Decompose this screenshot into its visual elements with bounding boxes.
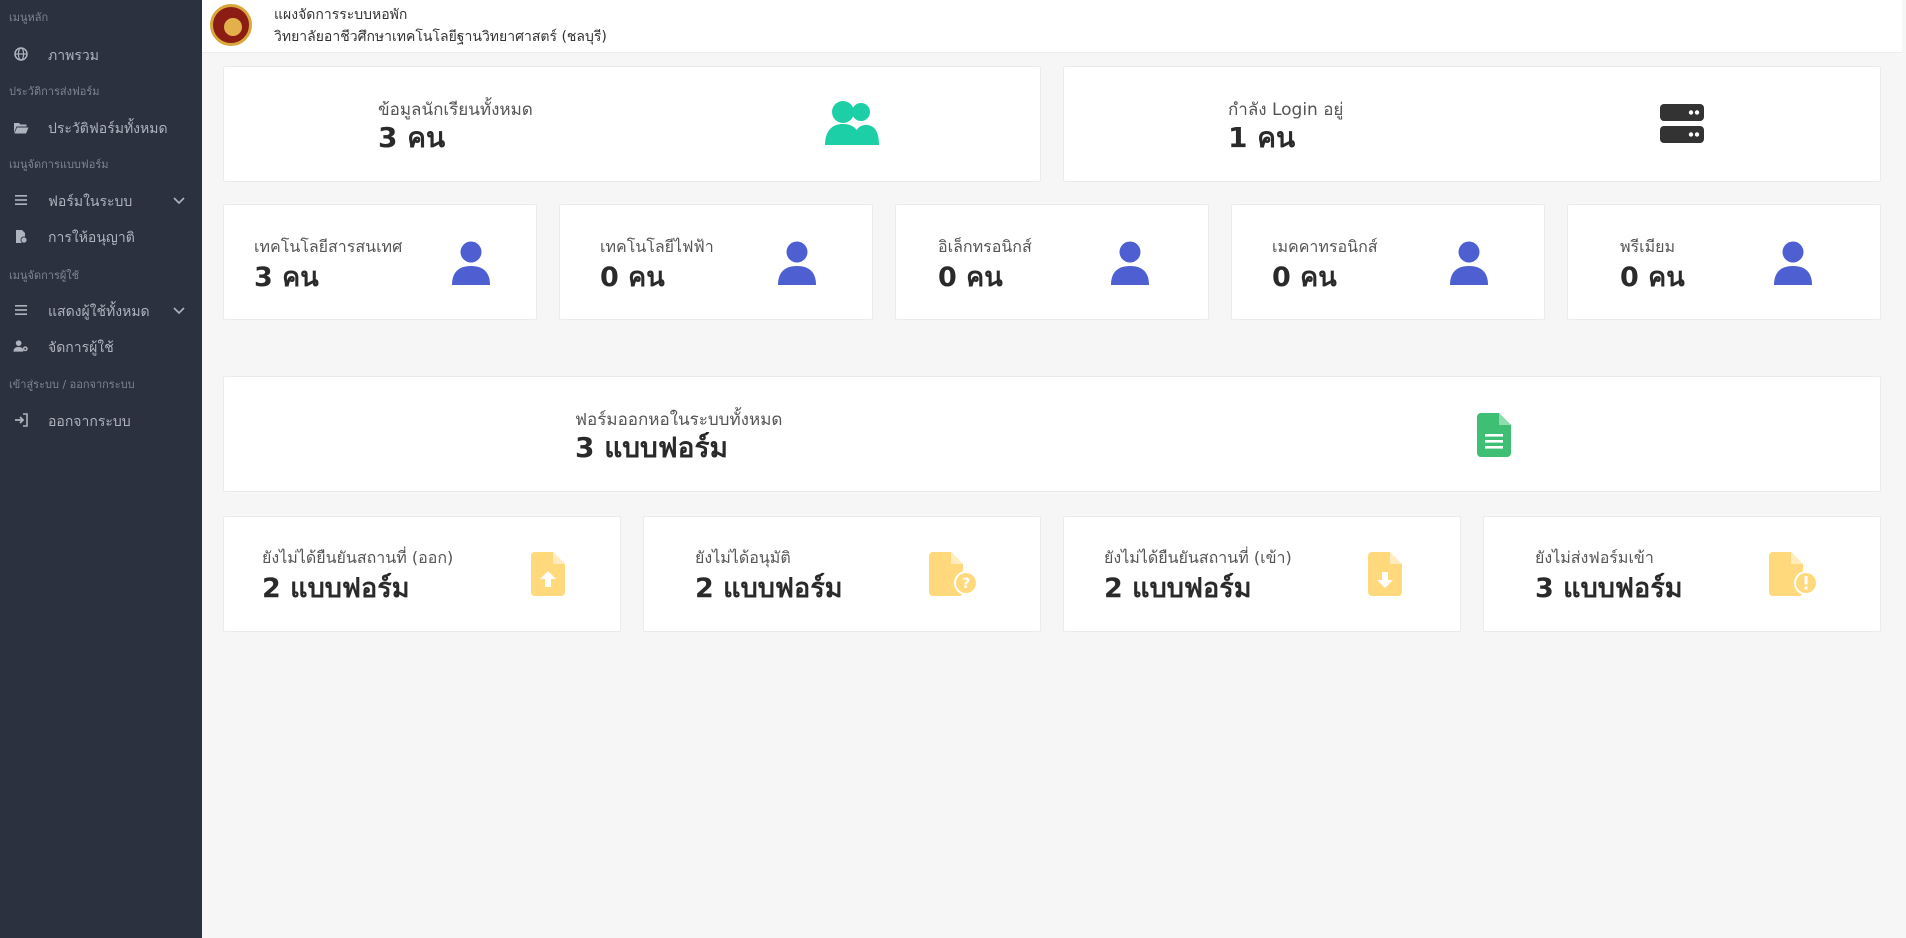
user-icon: [778, 241, 816, 289]
card-value: 2 แบบฟอร์ม: [1104, 573, 1252, 604]
sidebar-item-label: ออกจากระบบ: [48, 414, 131, 430]
card-total-students: ข้อมูลนักเรียนทั้งหมด 3 คน: [223, 66, 1041, 182]
user-icon: [1450, 241, 1488, 289]
file-upload-icon: [531, 552, 565, 600]
chevron-down-icon: [172, 304, 186, 320]
sidebar-section-main: เมนูหลัก: [9, 11, 49, 24]
user-icon: [452, 241, 490, 289]
card-unconfirmed-in: ยังไม่ได้ยืนยันสถานที่ (เข้า) 2 แบบฟอร์ม: [1063, 516, 1461, 632]
college-name: วิทยาลัยอาชีวศึกษาเทคโนโลยีฐานวิทยาศาสตร…: [274, 29, 607, 45]
globe-icon: [13, 47, 29, 61]
file-question-icon: ?: [929, 552, 981, 602]
sidebar-item-overview[interactable]: ภาพรวม: [0, 39, 202, 69]
sidebar-item-permissions[interactable]: การให้อนุญาติ: [0, 221, 202, 251]
card-dept-electronics: อิเล็กทรอนิกส์ 0 คน: [895, 204, 1209, 320]
card-logged-in: กำลัง Login อยู่ 1 คน: [1063, 66, 1881, 182]
bars-icon: [13, 303, 29, 317]
sidebar-item-logout[interactable]: ออกจากระบบ: [0, 405, 202, 435]
page-title: แผงจัดการระบบหอพัก: [274, 7, 408, 23]
card-unconfirmed-out: ยังไม่ได้ยืนยันสถานที่ (ออก) 2 แบบฟอร์ม: [223, 516, 621, 632]
sidebar-section-history: ประวัติการส่งฟอร์ม: [9, 85, 100, 98]
file-exclamation-icon: [1769, 552, 1821, 602]
users-icon: [824, 101, 880, 149]
card-value: 3 แบบฟอร์ม: [575, 431, 728, 464]
user-icon: [1774, 241, 1812, 289]
file-dollar-icon: [13, 229, 29, 243]
sidebar-item-label: ภาพรวม: [48, 48, 99, 64]
sidebar-item-all-users[interactable]: แสดงผู้ใช้ทั้งหมด: [0, 295, 202, 325]
sidebar-item-label: การให้อนุญาติ: [48, 230, 135, 246]
card-dept-premium: พรีเมียม 0 คน: [1567, 204, 1881, 320]
card-value: 3 คน: [254, 262, 319, 293]
folder-open-icon: [13, 120, 29, 134]
sidebar-item-form-history[interactable]: ประวัติฟอร์มทั้งหมด: [0, 112, 202, 142]
file-alt-icon: [1477, 413, 1511, 461]
server-icon: [1660, 104, 1704, 148]
sidebar-item-system-forms[interactable]: ฟอร์มในระบบ: [0, 185, 202, 215]
chevron-down-icon: [172, 194, 186, 210]
user-icon: [1111, 241, 1149, 289]
card-total-forms: ฟอร์มออกหอในระบบทั้งหมด 3 แบบฟอร์ม: [223, 376, 1881, 492]
sidebar-item-label: ประวัติฟอร์มทั้งหมด: [48, 121, 168, 137]
card-value: 3 คน: [378, 121, 446, 154]
file-download-icon: [1368, 552, 1402, 600]
sidebar-item-label: แสดงผู้ใช้ทั้งหมด: [48, 304, 150, 320]
card-dept-it: เทคโนโลยีสารสนเทศ 3 คน: [223, 204, 537, 320]
college-logo: [210, 4, 252, 46]
card-value: 2 แบบฟอร์ม: [262, 573, 410, 604]
card-not-approved: ยังไม่ได้อนุมัติ 2 แบบฟอร์ม ?: [643, 516, 1041, 632]
top-bar: แผงจัดการระบบหอพัก วิทยาลัยอาชีวศึกษาเทค…: [202, 0, 1902, 53]
sidebar: เมนูหลัก ภาพรวม ประวัติการส่งฟอร์ม ประวั…: [0, 0, 202, 938]
sidebar-section-users: เมนูจัดการผู้ใช้: [9, 269, 80, 282]
sidebar-item-label: ฟอร์มในระบบ: [48, 194, 133, 210]
card-value: 0 คน: [600, 262, 665, 293]
card-value: 0 คน: [938, 262, 1003, 293]
card-dept-electrical: เทคโนโลยีไฟฟ้า 0 คน: [559, 204, 873, 320]
svg-text:?: ?: [962, 576, 970, 592]
card-value: 1 คน: [1228, 121, 1296, 154]
sidebar-item-manage-users[interactable]: จัดการผู้ใช้: [0, 331, 202, 361]
card-not-submitted: ยังไม่ส่งฟอร์มเข้า 3 แบบฟอร์ม: [1483, 516, 1881, 632]
card-value: 0 คน: [1620, 262, 1685, 293]
card-value: 3 แบบฟอร์ม: [1535, 573, 1683, 604]
sidebar-item-label: จัดการผู้ใช้: [48, 340, 114, 356]
sidebar-section-auth: เข้าสู่ระบบ / ออกจากระบบ: [9, 378, 135, 391]
user-gear-icon: [13, 339, 29, 353]
bars-icon: [13, 193, 29, 207]
card-dept-mechatronics: เมคคาทรอนิกส์ 0 คน: [1231, 204, 1545, 320]
sign-in-icon: [13, 413, 29, 427]
sidebar-section-forms: เมนูจัดการแบบฟอร์ม: [9, 158, 109, 171]
card-value: 0 คน: [1272, 262, 1337, 293]
card-value: 2 แบบฟอร์ม: [695, 573, 843, 604]
